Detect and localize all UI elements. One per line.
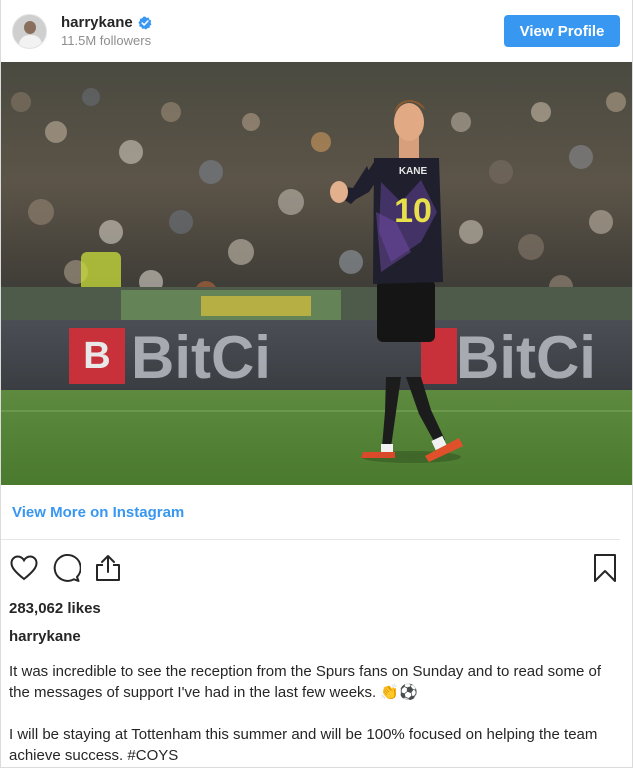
shirt-number: 10 — [394, 192, 432, 230]
username-row: harrykane — [61, 14, 152, 31]
avatar-body — [19, 34, 42, 48]
bookmark-icon[interactable] — [590, 553, 620, 583]
user-meta: harrykane 11.5M followers — [61, 14, 152, 48]
caption-paragraph-2: I will be staying at Tottenham this summ… — [9, 726, 598, 764]
banner-letter-left: B — [83, 335, 110, 377]
banner-text-right: BitCi — [456, 324, 596, 391]
caption-paragraph-1-text: It was incredible to see the reception f… — [9, 663, 602, 701]
post-actions — [1, 540, 632, 596]
post-caption: It was incredible to see the reception f… — [1, 661, 632, 766]
avatar-head — [24, 20, 36, 34]
follower-count: 11.5M followers — [61, 33, 152, 48]
heart-icon[interactable] — [9, 553, 39, 583]
view-more-link[interactable]: View More on Instagram — [1, 485, 620, 540]
clap-football-emoji: 👏⚽ — [380, 683, 418, 701]
banner-text-left: BitCi — [131, 324, 271, 391]
instagram-embed-card: harrykane 11.5M followers View Profile B… — [0, 0, 633, 768]
view-profile-button[interactable]: View Profile — [504, 15, 620, 47]
verified-badge-icon — [138, 16, 152, 30]
avatar[interactable] — [12, 13, 47, 49]
post-photo-illustration: B BitCi BitCi 10 KANE — [1, 62, 632, 485]
comment-icon[interactable] — [51, 553, 81, 583]
caption-paragraph-1: It was incredible to see the reception f… — [9, 661, 620, 703]
share-icon[interactable] — [93, 553, 123, 583]
post-header: harrykane 11.5M followers View Profile — [1, 0, 632, 62]
shirt-name: KANE — [399, 166, 428, 177]
username[interactable]: harrykane — [61, 14, 133, 31]
like-count[interactable]: 283,062 likes — [1, 596, 632, 622]
post-photo[interactable]: B BitCi BitCi 10 KANE — [1, 62, 632, 485]
caption-username[interactable]: harrykane — [1, 622, 632, 652]
view-more-label[interactable]: View More on Instagram — [12, 504, 184, 521]
